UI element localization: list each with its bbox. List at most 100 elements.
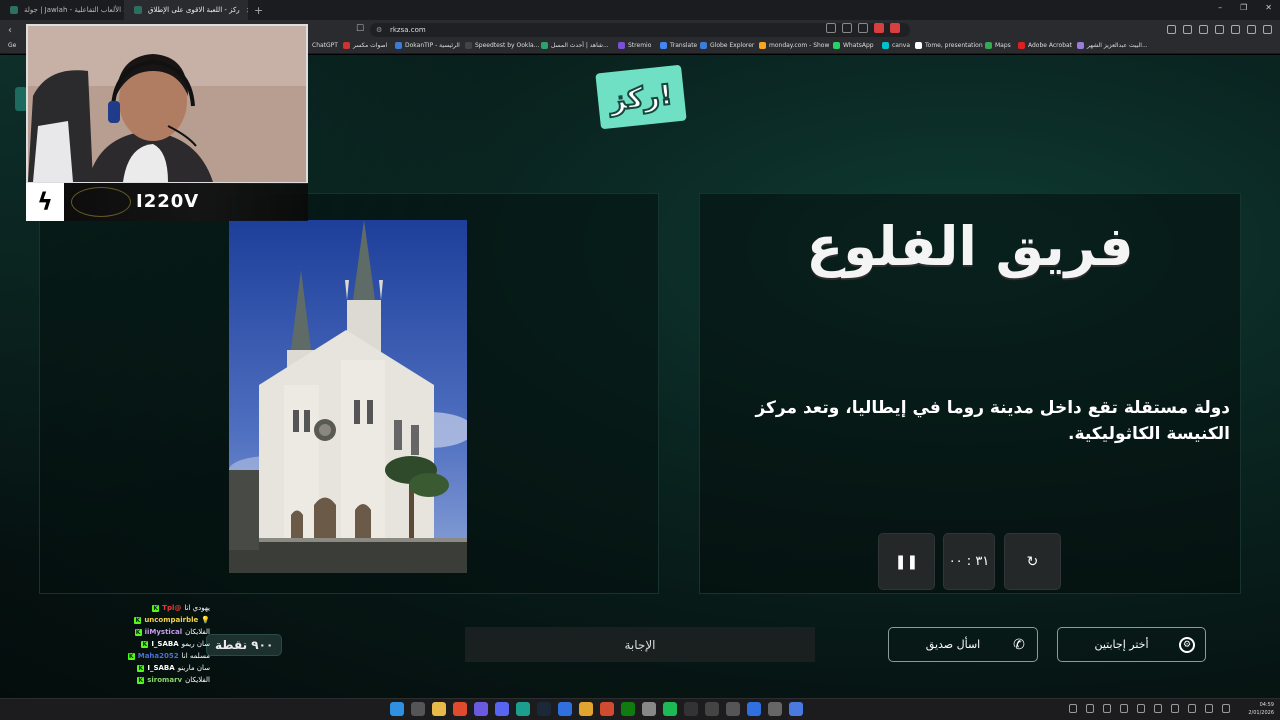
volume-icon[interactable]: [1222, 704, 1230, 713]
bookmark-item[interactable]: monday.com - Show: [759, 42, 829, 49]
vpn-icon[interactable]: [1247, 25, 1256, 34]
panel-icon[interactable]: [1199, 25, 1208, 34]
streamer-name-tag: ϟ I220V: [26, 183, 308, 221]
tab-favicon-icon: [10, 6, 18, 14]
lightning-icon: ϟ: [26, 183, 64, 221]
chat-message: K I_SABA سان ريمو: [141, 640, 210, 648]
chat-message: K iiMystical الفلايكان: [134, 628, 210, 636]
answer-button[interactable]: الإجابة: [465, 627, 815, 662]
streamer-name: I220V: [136, 191, 200, 212]
tray-icon[interactable]: [1171, 704, 1179, 713]
bookmark-item[interactable]: Stremio: [618, 42, 651, 49]
clock-time: 04:59: [1259, 702, 1274, 708]
tray-icon[interactable]: [1069, 704, 1077, 713]
site-logo[interactable]: ركز!: [595, 64, 687, 130]
browser-tab-rkz[interactable]: ركز - اللعبة الاقوى على الإطلاق ✕: [124, 0, 248, 20]
bookmark-item[interactable]: canva: [882, 42, 910, 49]
music-icon[interactable]: [1183, 25, 1192, 34]
bookmark-item[interactable]: ChatGPT: [312, 42, 338, 49]
points-badge: ٩٠٠ نقطة: [206, 634, 283, 656]
choose-two-answers-button[interactable]: ⚙ أختر إجابتين: [1057, 627, 1206, 662]
clock-date: 2/01/2026: [1248, 710, 1274, 716]
bookmark-item[interactable]: البيت عبدالعزيز الشهر...: [1077, 42, 1148, 49]
chat-message: K I_SABA سان مارينو: [137, 664, 210, 672]
pause-button[interactable]: ❚❚: [878, 533, 935, 590]
spotify-icon[interactable]: [663, 702, 677, 716]
phone-icon: ✆: [1013, 637, 1025, 653]
kick-icon: K: [137, 676, 145, 684]
app-icon[interactable]: [789, 702, 803, 716]
app-icon[interactable]: [684, 702, 698, 716]
file-explorer-icon[interactable]: [432, 702, 446, 716]
wallet-icon[interactable]: [1215, 25, 1224, 34]
xbox-icon[interactable]: [621, 702, 635, 716]
brave-shield-icon[interactable]: [874, 23, 884, 33]
rewards-icon[interactable]: [890, 23, 900, 33]
back-arrow-icon[interactable]: ‹: [8, 25, 12, 36]
brave-icon[interactable]: [453, 702, 467, 716]
tab-favicon-icon: [134, 6, 142, 14]
discord-icon[interactable]: [495, 702, 509, 716]
wifi-icon[interactable]: [1205, 704, 1213, 713]
tray-icon[interactable]: [1103, 704, 1111, 713]
cast-icon[interactable]: [842, 23, 852, 33]
tray-icon[interactable]: [1188, 704, 1196, 713]
app-icon[interactable]: [474, 702, 488, 716]
bookmark-item[interactable]: Globe Explorer: [700, 42, 754, 49]
reset-button[interactable]: ↻: [1004, 533, 1061, 590]
taskbar-apps: [390, 702, 803, 716]
settings-icon[interactable]: [768, 702, 782, 716]
share-icon[interactable]: [858, 23, 868, 33]
timer-display: ٣١ : ٠٠: [943, 533, 995, 590]
app-icon[interactable]: [747, 702, 761, 716]
webcam-feed: [26, 24, 308, 184]
steam-icon[interactable]: [537, 702, 551, 716]
bookmark-item[interactable]: Adobe Acrobat: [1018, 42, 1072, 49]
key-icon[interactable]: [826, 23, 836, 33]
question-text: دولة مستقلة تقع داخل مدينة روما في إيطال…: [755, 398, 1230, 444]
app-icon[interactable]: [600, 702, 614, 716]
system-clock[interactable]: 04:59 2/01/2026: [1248, 701, 1274, 717]
bookmark-item[interactable]: Ge: [8, 42, 16, 49]
windows-taskbar: 04:59 2/01/2026: [0, 698, 1280, 720]
kick-icon: K: [141, 640, 149, 648]
bookmark-item[interactable]: Maps: [985, 42, 1011, 49]
browser-tab-bar: جولة | Jawlah - منصة الألعاب التفاعلية ✕…: [0, 0, 1280, 20]
bookmark-item[interactable]: Speedtest by Ookla...: [465, 42, 539, 49]
bookmark-item[interactable]: اصوات مكسر: [343, 42, 387, 49]
extensions-icon[interactable]: [1231, 25, 1240, 34]
tray-icon[interactable]: [1086, 704, 1094, 713]
kick-icon: K: [127, 652, 135, 660]
start-icon[interactable]: [390, 702, 404, 716]
bookmark-item[interactable]: شاهد | أحدث المسل...: [541, 42, 609, 49]
bookmark-item[interactable]: WhatsApp: [833, 42, 874, 49]
browser-tab-jawlah[interactable]: جولة | Jawlah - منصة الألعاب التفاعلية ✕: [0, 0, 124, 20]
tray-icon[interactable]: [1120, 704, 1128, 713]
team-name: فريق الفلوع: [806, 215, 1134, 278]
site-info-icon[interactable]: ⚙: [376, 23, 382, 37]
sidebar-icon[interactable]: [1167, 25, 1176, 34]
minimize-button[interactable]: –: [1218, 3, 1222, 12]
app-icon[interactable]: [516, 702, 530, 716]
system-tray: [1069, 704, 1230, 713]
menu-icon[interactable]: [1263, 25, 1272, 34]
app-icon[interactable]: [726, 702, 740, 716]
close-window-button[interactable]: ✕: [1265, 3, 1272, 12]
app-icon[interactable]: [705, 702, 719, 716]
bookmark-icon[interactable]: ☐: [356, 24, 364, 34]
search-icon[interactable]: [411, 702, 425, 716]
app-icon[interactable]: [642, 702, 656, 716]
bluetooth-icon[interactable]: [1137, 704, 1145, 713]
question-image: [229, 220, 467, 573]
bookmark-item[interactable]: Translate: [660, 42, 697, 49]
app-icon[interactable]: [558, 702, 572, 716]
new-tab-button[interactable]: +: [248, 4, 269, 17]
pause-icon: ❚❚: [894, 553, 919, 570]
ask-friend-button[interactable]: ✆ اسأل صديق: [888, 627, 1038, 662]
tray-icon[interactable]: [1154, 704, 1162, 713]
maximize-button[interactable]: ❐: [1240, 3, 1247, 12]
bookmark-item[interactable]: Tome, presentation: [915, 42, 983, 49]
bookmark-item[interactable]: DokanTIP - الرئيسية: [395, 42, 460, 49]
tab-label: ركز - اللعبة الاقوى على الإطلاق: [148, 6, 240, 14]
app-icon[interactable]: [579, 702, 593, 716]
